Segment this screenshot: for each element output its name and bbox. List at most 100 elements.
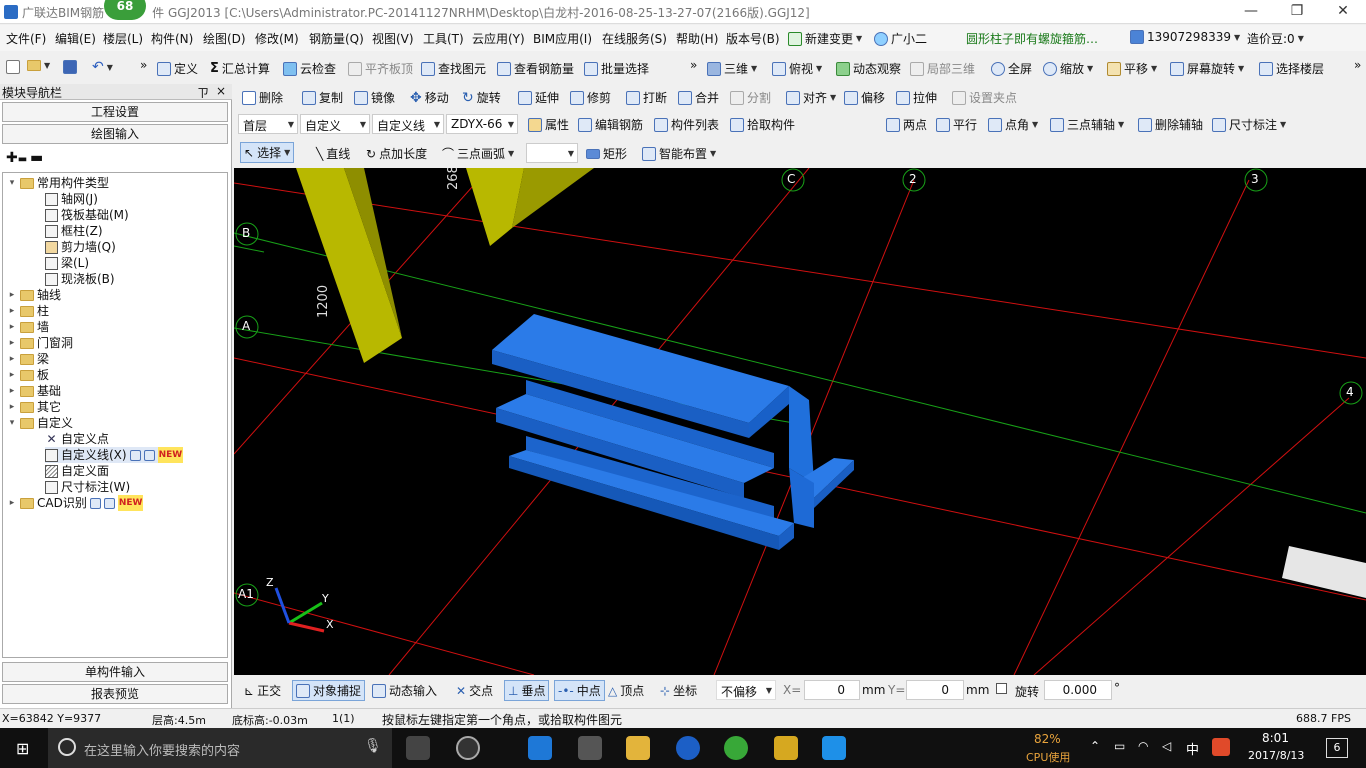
ortho-toggle[interactable]: ⊾ 正交 xyxy=(244,682,281,699)
rotate-button[interactable]: ↻ 旋转 xyxy=(462,89,501,106)
clock-date[interactable]: 2017/8/13 xyxy=(1248,749,1304,762)
define-button[interactable]: 定义 xyxy=(157,60,198,77)
pick-component-button[interactable]: 拾取构件 xyxy=(730,116,795,133)
menu-floor[interactable]: 楼层(L) xyxy=(103,30,143,47)
minimize-button[interactable]: — xyxy=(1228,0,1274,24)
arc-option-select[interactable]: ▼ xyxy=(526,143,578,163)
menu-rebar-qty[interactable]: 钢筋量(Q) xyxy=(309,30,364,47)
break-button[interactable]: 打断 xyxy=(626,89,667,106)
align-top-button[interactable]: 平齐板顶 xyxy=(348,60,413,77)
sogou-ime-icon[interactable] xyxy=(1212,738,1230,756)
save-button[interactable] xyxy=(63,60,77,74)
toolbar-overflow-icon[interactable]: » xyxy=(140,58,147,72)
tree-item-slab[interactable]: 现浇板(B) xyxy=(45,271,115,287)
stretch-button[interactable]: 拉伸 xyxy=(896,89,937,106)
offset-button[interactable]: 偏移 xyxy=(844,89,885,106)
close-button[interactable]: ✕ xyxy=(1320,0,1366,24)
y-input[interactable]: 0 xyxy=(906,680,964,700)
menu-edit[interactable]: 编辑(E) xyxy=(55,30,96,47)
rotate-checkbox[interactable] xyxy=(996,683,1007,694)
user-account[interactable]: 13907298339 ▼ xyxy=(1130,30,1240,44)
tree-folder-slab[interactable]: ▸ 板 xyxy=(7,367,49,383)
component-list-button[interactable]: 构件列表 xyxy=(654,116,719,133)
store-icon[interactable] xyxy=(578,736,602,760)
menu-cloud[interactable]: 云应用(Y) xyxy=(472,30,525,47)
category-select[interactable]: 自定义 ▼ xyxy=(300,114,370,134)
tree-folder-column[interactable]: ▸ 柱 xyxy=(7,303,49,319)
engineering-settings-button[interactable]: 工程设置 xyxy=(2,102,228,122)
menu-help[interactable]: 帮助(H) xyxy=(676,30,718,47)
menu-draw[interactable]: 绘图(D) xyxy=(203,30,246,47)
menu-modify[interactable]: 修改(M) xyxy=(255,30,299,47)
menu-view[interactable]: 视图(V) xyxy=(372,30,414,47)
zoom-button[interactable]: 缩放 ▼ xyxy=(1043,60,1093,77)
dimension-button[interactable]: 尺寸标注 ▼ xyxy=(1212,116,1286,133)
tree-folder-openings[interactable]: ▸ 门窗洞 xyxy=(7,335,73,351)
expand-icon[interactable]: ▸ xyxy=(7,367,17,383)
object-snap-toggle[interactable]: 对象捕捉 xyxy=(292,680,366,701)
notification-badge[interactable]: 68 xyxy=(104,0,146,20)
collapse-all-icon[interactable]: ▬ xyxy=(30,150,43,166)
dynamic-observe-button[interactable]: 动态观察 xyxy=(836,60,901,77)
x-input[interactable]: 0 xyxy=(804,680,860,700)
taskbar-search[interactable]: 在这里输入你要搜索的内容 🎙 xyxy=(48,728,392,768)
restore-button[interactable]: ❐ xyxy=(1274,0,1320,24)
ime-indicator[interactable]: 中 xyxy=(1186,739,1199,758)
dynamic-input-toggle[interactable]: 动态输入 xyxy=(372,682,437,699)
report-preview-button[interactable]: 报表预览 xyxy=(2,684,228,704)
sum-button[interactable]: Σ 汇总计算 xyxy=(210,60,270,77)
new-file-button[interactable] xyxy=(6,60,20,74)
screen-rotate-button[interactable]: 屏幕旋转 ▼ xyxy=(1170,60,1244,77)
3d-button[interactable]: 三维 ▼ xyxy=(707,60,757,77)
delete-button[interactable]: 删除 xyxy=(242,89,283,106)
point-angle-button[interactable]: 点角 ▼ xyxy=(988,116,1038,133)
tree-folder-cad[interactable]: ▸ CAD识别 NEW xyxy=(7,495,144,511)
expand-icon[interactable]: ▸ xyxy=(7,495,17,511)
floor-select[interactable]: 首层 ▼ xyxy=(238,114,298,134)
windows-start-icon[interactable]: ⊞ xyxy=(16,739,29,758)
task-view-icon[interactable] xyxy=(406,736,430,760)
xiaoer-button[interactable]: 广小二 xyxy=(874,30,927,47)
action-center-icon[interactable]: 6 xyxy=(1326,738,1348,758)
expand-icon[interactable]: ▸ xyxy=(7,383,17,399)
align-button[interactable]: 对齐 ▼ xyxy=(786,89,836,106)
tip-link[interactable]: 圆形柱子即有螺旋箍筋… xyxy=(966,30,1098,47)
tree-folder-custom[interactable]: ▾ 自定义 xyxy=(7,415,73,431)
expand-icon[interactable]: ▸ xyxy=(7,303,17,319)
tree-item-axis-grid[interactable]: 轴网(J) xyxy=(45,191,98,207)
tree-folder-beam[interactable]: ▸ 梁 xyxy=(7,351,49,367)
tree-folder-other[interactable]: ▸ 其它 xyxy=(7,399,61,415)
select-floor-button[interactable]: 选择楼层 xyxy=(1259,60,1324,77)
mirror-button[interactable]: 镜像 xyxy=(354,89,395,106)
tree-item-shear-wall[interactable]: 剪力墙(Q) xyxy=(45,239,116,255)
tree-node-common[interactable]: ▾ 常用构件类型 xyxy=(7,175,109,191)
toolbar-overflow-icon-3[interactable]: » xyxy=(1354,58,1361,72)
open-button[interactable]: ▼ xyxy=(27,60,50,71)
app-plus-icon[interactable] xyxy=(822,736,846,760)
merge-button[interactable]: 合并 xyxy=(678,89,719,106)
vertex-snap[interactable]: △ 顶点 xyxy=(608,682,644,699)
expand-icon[interactable]: ▸ xyxy=(7,351,17,367)
expand-icon[interactable]: ▸ xyxy=(7,287,17,303)
collapse-icon[interactable]: ▾ xyxy=(7,175,17,191)
panel-close-icon[interactable]: × xyxy=(216,84,226,98)
tree-item-raft[interactable]: 筏板基础(M) xyxy=(45,207,129,223)
arc-tool-button[interactable]: ⌒ 三点画弧 ▼ xyxy=(442,145,514,162)
set-grip-button[interactable]: 设置夹点 xyxy=(952,89,1017,106)
trim-button[interactable]: 修剪 xyxy=(570,89,611,106)
midpoint-snap[interactable]: -•- 中点 xyxy=(554,680,605,701)
rectangle-tool-button[interactable]: 矩形 xyxy=(586,145,627,162)
three-point-axis-button[interactable]: 三点辅轴 ▼ xyxy=(1050,116,1124,133)
parallel-axis-button[interactable]: 平行 xyxy=(936,116,977,133)
microphone-icon[interactable]: 🎙 xyxy=(364,738,382,754)
cloud-check-button[interactable]: 云检查 xyxy=(283,60,336,77)
pan-button[interactable]: 平移 ▼ xyxy=(1107,60,1157,77)
expand-icon[interactable]: ▸ xyxy=(7,319,17,335)
tree-folder-axis[interactable]: ▸ 轴线 xyxy=(7,287,61,303)
single-component-input-button[interactable]: 单构件输入 xyxy=(2,662,228,682)
tree-folder-wall[interactable]: ▸ 墙 xyxy=(7,319,49,335)
app-swirl-icon[interactable] xyxy=(456,736,480,760)
tree-item-dimension[interactable]: 尺寸标注(W) xyxy=(45,479,130,495)
point-length-button[interactable]: ↻ 点加长度 xyxy=(366,145,427,162)
tree-item-custom-face[interactable]: 自定义面 xyxy=(45,463,109,479)
